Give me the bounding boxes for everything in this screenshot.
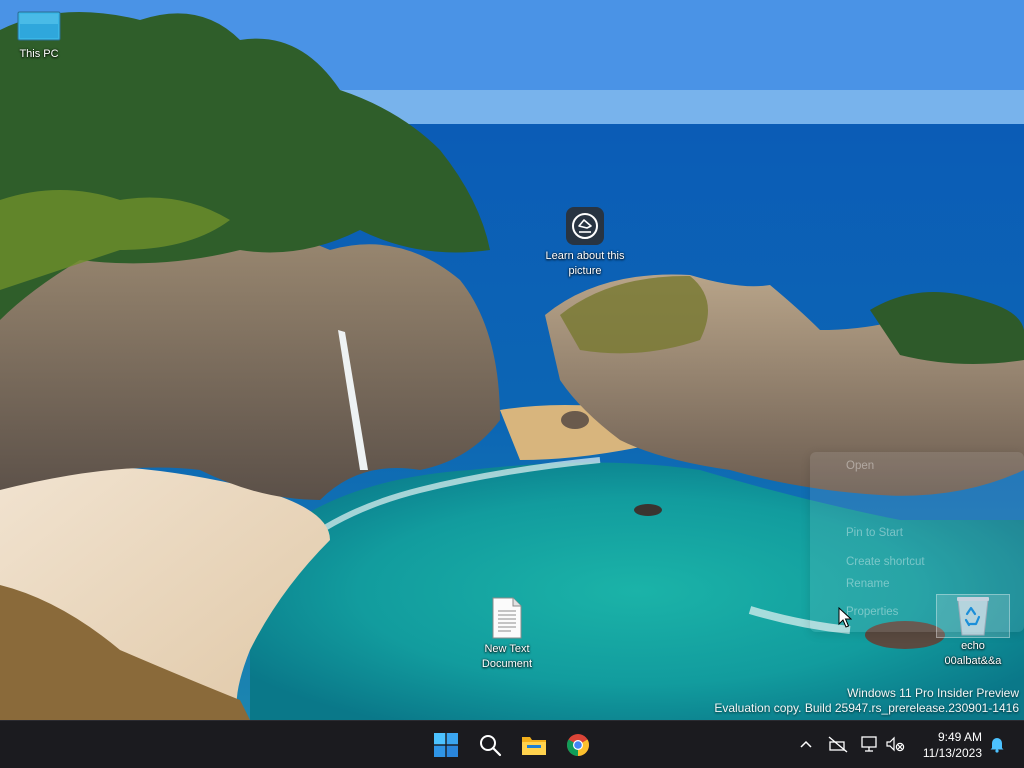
start-icon [434, 733, 458, 757]
show-hidden-icons-button[interactable] [795, 733, 817, 755]
chrome-button[interactable] [558, 725, 598, 765]
mouse-cursor-icon [838, 607, 852, 628]
notifications-button[interactable] [986, 733, 1008, 755]
watermark-build: Evaluation copy. Build 25947.rs_prerelea… [714, 700, 1019, 715]
watermark-edition: Windows 11 Pro Insider Preview [847, 686, 1019, 700]
chrome-icon [567, 734, 589, 756]
network-disconnected-icon [828, 736, 848, 753]
context-menu-open[interactable]: Open [846, 460, 874, 472]
build-watermark: Windows 11 Pro Insider Preview Evaluatio… [714, 686, 1019, 715]
learn-about-picture-desktop-icon[interactable]: Learn about this picture [545, 206, 625, 279]
clock-time: 9:49 AM [937, 730, 982, 744]
this-pc-desktop-icon[interactable]: This PC [6, 10, 72, 62]
notification-bell-icon [990, 738, 1004, 753]
start-button[interactable] [426, 725, 466, 765]
clock[interactable]: 9:49 AM 11/13/2023 [923, 729, 982, 761]
this-pc-label: This PC [19, 48, 59, 60]
search-icon [480, 735, 502, 757]
text-file-icon [492, 597, 522, 639]
network-tray-button[interactable] [827, 733, 849, 755]
clock-date: 11/13/2023 [922, 746, 982, 760]
recycle-bin-icon [957, 597, 989, 636]
volume-muted-icon [886, 736, 905, 752]
context-menu-properties[interactable]: Properties [846, 606, 898, 618]
recycle-bin-desktop-icon[interactable]: echo 00albat&&a [936, 594, 1010, 669]
camera-lens-icon [566, 207, 604, 245]
context-menu-create-shortcut[interactable]: Create shortcut [846, 556, 925, 568]
recycle-bin-label: echo 00albat&&a [944, 640, 1002, 667]
context-menu-pin-to-start[interactable]: Pin to Start [846, 527, 903, 539]
new-text-document-label: New Text Document [481, 643, 533, 670]
taskbar: 9:49 AM 11/13/2023 [0, 720, 1024, 768]
monitor-icon [17, 11, 61, 41]
volume-tray-button[interactable] [884, 733, 906, 755]
context-menu-rename[interactable]: Rename [846, 578, 889, 590]
search-button[interactable] [470, 725, 510, 765]
file-explorer-icon [522, 737, 546, 755]
file-explorer-button[interactable] [514, 725, 554, 765]
learn-about-picture-label: Learn about this picture [545, 250, 625, 277]
display-tray-button[interactable] [859, 733, 881, 755]
desktop[interactable]: This PC Learn about this picture New Tex… [0, 0, 1024, 720]
new-text-document-desktop-icon[interactable]: New Text Document [470, 597, 544, 672]
display-icon [861, 736, 877, 752]
chevron-up-icon [800, 740, 812, 748]
